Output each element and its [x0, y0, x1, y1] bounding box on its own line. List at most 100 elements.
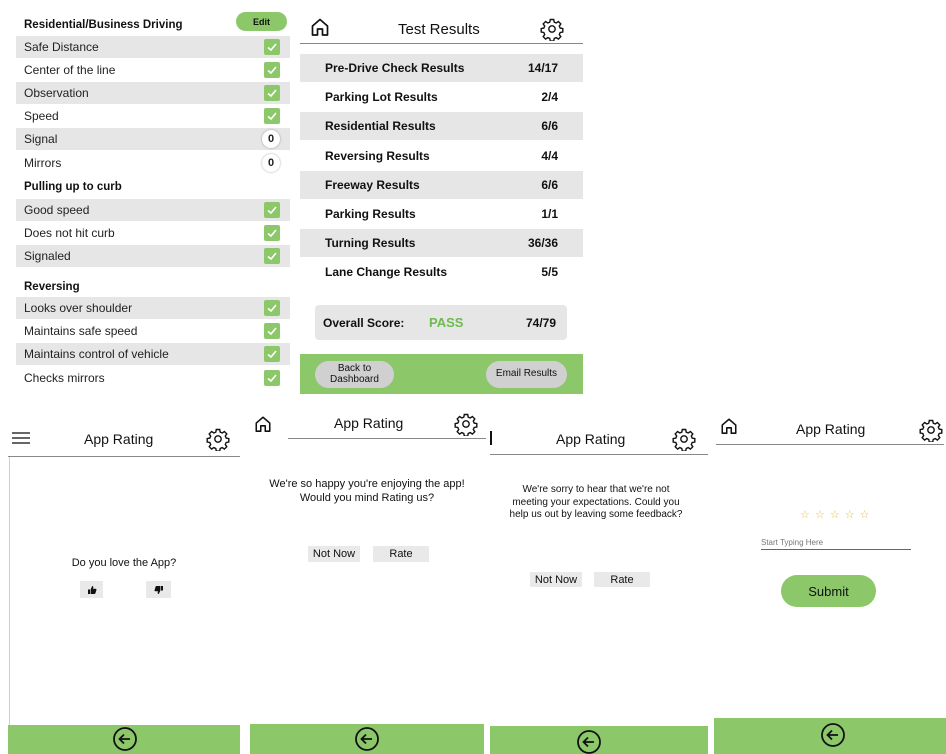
result-label: Parking Lot Results: [325, 90, 438, 104]
score-zero-badge[interactable]: 0: [262, 154, 280, 172]
happy-message: We're so happy you're enjoying the app! …: [269, 478, 465, 504]
result-row: Lane Change Results 5/5: [300, 258, 583, 286]
gear-icon[interactable]: [454, 412, 478, 436]
pass-status: PASS: [429, 315, 464, 330]
result-score: 2/4: [541, 90, 558, 104]
rate-button[interactable]: Rate: [594, 572, 650, 587]
checkbox-checked[interactable]: [264, 62, 280, 78]
checklist-row: Speed: [16, 105, 290, 127]
app-rating-panel-1: App Rating Do you love the App?: [8, 420, 240, 754]
thumbs-up-icon: [87, 585, 97, 595]
email-results-button[interactable]: Email Results: [486, 361, 567, 388]
result-row: Reversing Results 4/4: [300, 142, 583, 170]
back-arrow-icon[interactable]: [112, 726, 138, 752]
checklist-row: Does not hit curb: [16, 222, 290, 244]
section-title-residential: Residential/Business Driving: [24, 19, 183, 31]
overall-score-value: 74/79: [526, 316, 557, 330]
page-title: App Rating: [556, 431, 626, 447]
left-edge-line: [9, 457, 10, 725]
not-now-button[interactable]: Not Now: [308, 546, 360, 562]
result-label: Pre-Drive Check Results: [325, 61, 465, 75]
checkbox-checked[interactable]: [264, 248, 280, 264]
checklist-label: Signaled: [24, 249, 71, 263]
checklist-label: Looks over shoulder: [24, 301, 133, 315]
checkbox-checked[interactable]: [264, 225, 280, 241]
result-label: Lane Change Results: [325, 265, 448, 279]
back-arrow-icon[interactable]: [576, 729, 602, 754]
checklist-row: Observation: [16, 82, 290, 104]
thumbs-down-icon: [154, 585, 164, 595]
header-divider: [716, 444, 944, 445]
checklist-label: Maintains control of vehicle: [24, 347, 169, 361]
back-to-dashboard-button[interactable]: Back to Dashboard: [315, 361, 394, 388]
gear-icon[interactable]: [540, 17, 564, 41]
back-button-label: Back to Dashboard: [330, 363, 379, 385]
result-row: Parking Lot Results 2/4: [300, 83, 583, 111]
page-title: App Rating: [796, 421, 866, 437]
star-rating[interactable]: ☆ ☆ ☆ ☆ ☆: [800, 508, 871, 521]
thumbs-down-button[interactable]: [146, 581, 171, 598]
back-arrow-icon[interactable]: [820, 722, 846, 748]
page-title: Test Results: [398, 21, 480, 38]
gear-icon[interactable]: [672, 427, 696, 451]
result-score: 6/6: [541, 119, 558, 133]
cut-off-icon: [490, 431, 492, 445]
feedback-input[interactable]: Start Typing Here: [761, 538, 911, 550]
section-title-curb: Pulling up to curb: [24, 181, 122, 193]
app-rating-panel-4: App Rating ☆ ☆ ☆ ☆ ☆ Start Typing Here S…: [714, 404, 946, 754]
page-title: App Rating: [334, 415, 404, 431]
not-now-button[interactable]: Not Now: [530, 572, 582, 587]
result-row: Freeway Results 6/6: [300, 171, 583, 199]
checkbox-checked[interactable]: [264, 346, 280, 362]
result-label: Freeway Results: [325, 178, 420, 192]
overall-score-box: Overall Score: PASS 74/79: [315, 305, 567, 340]
score-zero-badge[interactable]: 0: [262, 130, 280, 148]
result-label: Residential Results: [325, 119, 436, 133]
result-score: 36/36: [527, 236, 558, 250]
checklist-row: Center of the line: [16, 59, 290, 81]
checkbox-checked[interactable]: [264, 39, 280, 55]
result-score: 5/5: [541, 265, 558, 279]
home-icon[interactable]: [310, 17, 330, 37]
home-icon[interactable]: [720, 417, 738, 435]
gear-icon[interactable]: [919, 418, 943, 442]
checkbox-checked[interactable]: [264, 300, 280, 316]
checklist-label: Observation: [24, 86, 89, 100]
checkbox-checked[interactable]: [264, 370, 280, 386]
thumbs-up-button[interactable]: [80, 581, 103, 598]
checkbox-checked[interactable]: [264, 85, 280, 101]
edit-button[interactable]: Edit: [236, 12, 287, 31]
checklist-row: Good speed: [16, 199, 290, 221]
checklist-label: Center of the line: [24, 63, 116, 77]
checkbox-checked[interactable]: [264, 202, 280, 218]
checklist-row: Mirrors 0: [16, 152, 290, 174]
checklist-row: Looks over shoulder: [16, 297, 290, 319]
result-row: Parking Results 1/1: [300, 200, 583, 228]
checklist-label: Does not hit curb: [24, 226, 115, 240]
result-row: Turning Results 36/36: [300, 229, 583, 257]
checkbox-checked[interactable]: [264, 323, 280, 339]
test-results-panel: Test Results Pre-Drive Check Results 14/…: [298, 8, 588, 394]
checklist-label: Good speed: [24, 203, 90, 217]
rate-button[interactable]: Rate: [373, 546, 429, 562]
result-score: 1/1: [541, 207, 558, 221]
section-title-reversing: Reversing: [24, 281, 80, 293]
header-divider: [300, 43, 583, 44]
result-label: Reversing Results: [325, 149, 430, 163]
checklist-label: Safe Distance: [24, 40, 99, 54]
gear-icon[interactable]: [206, 427, 230, 451]
result-score: 4/4: [541, 149, 558, 163]
checklist-row: Safe Distance: [16, 36, 290, 58]
overall-score-label: Overall Score:: [323, 316, 405, 330]
header-divider: [288, 438, 486, 439]
checkbox-checked[interactable]: [264, 108, 280, 124]
hamburger-menu-icon[interactable]: [12, 431, 30, 445]
submit-button[interactable]: Submit: [781, 575, 876, 607]
result-row: Residential Results 6/6: [300, 112, 583, 140]
home-icon[interactable]: [254, 415, 272, 433]
result-score: 14/17: [527, 61, 558, 75]
back-arrow-icon[interactable]: [354, 726, 380, 752]
header-divider: [490, 454, 708, 455]
checklist-label: Maintains safe speed: [24, 324, 138, 338]
checklist-row: Checks mirrors: [16, 367, 290, 389]
